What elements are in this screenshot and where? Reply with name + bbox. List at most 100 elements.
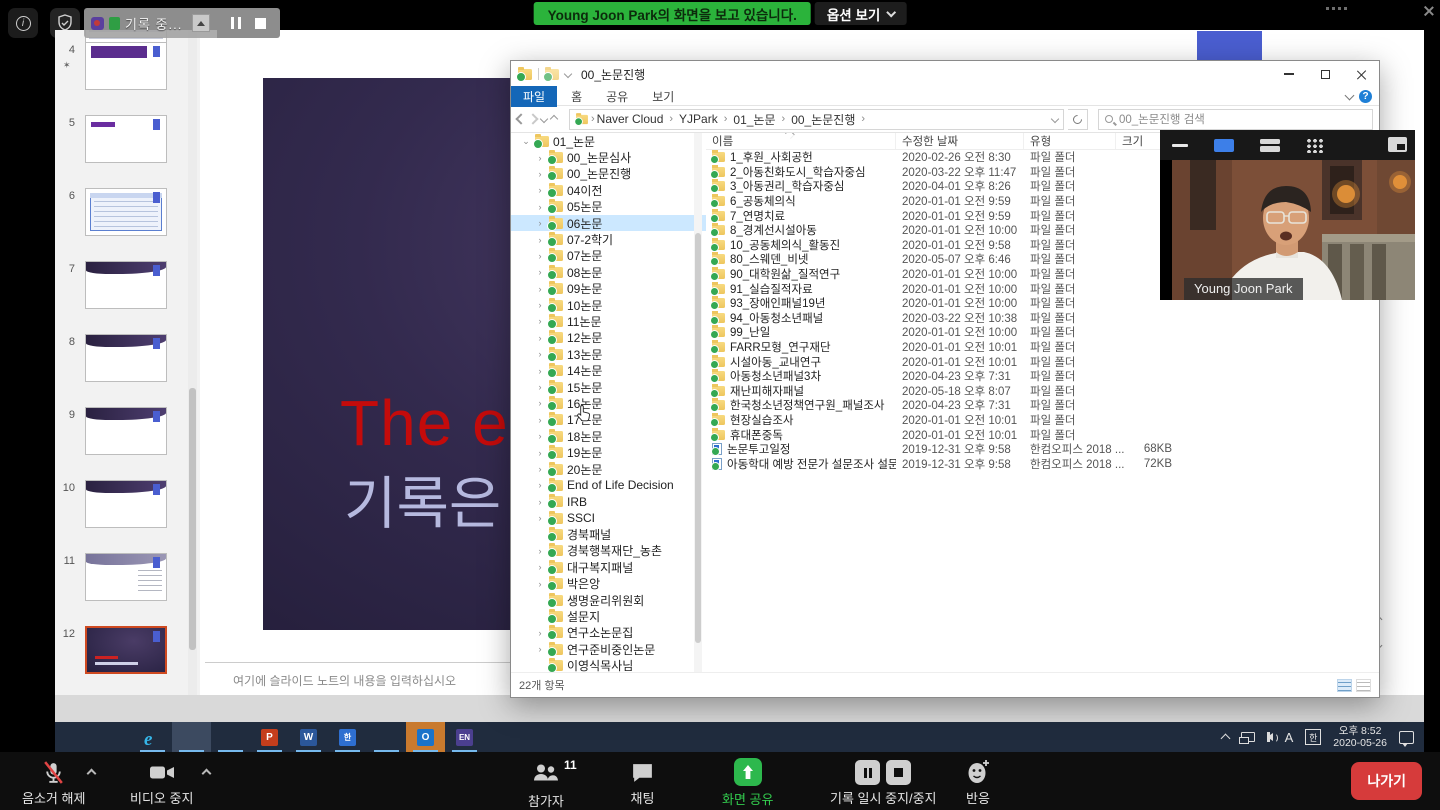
- quick-access-folder-icon[interactable]: [545, 69, 559, 80]
- expand-arrow-icon[interactable]: ›: [535, 349, 545, 359]
- file-row[interactable]: 94_아동청소년패널 2020-03-22 오전 10:38 파일 폴더: [706, 311, 1379, 326]
- expand-arrow-icon[interactable]: ›: [535, 218, 545, 228]
- tree-item[interactable]: › 17논문: [511, 412, 706, 428]
- taskbar-app-button[interactable]: [211, 722, 250, 752]
- expand-arrow-icon[interactable]: ›: [535, 431, 545, 441]
- collapse-arrow-icon[interactable]: ⌄: [521, 136, 531, 147]
- tree-item[interactable]: › 19논문: [511, 444, 706, 460]
- file-row[interactable]: FARR모형_연구재단 2020-01-01 오전 10:01 파일 폴더: [706, 340, 1379, 355]
- tree-item[interactable]: › 박은앙: [511, 576, 706, 592]
- tree-item[interactable]: 경북패널: [511, 526, 706, 542]
- ribbon-tab[interactable]: 공유: [594, 86, 640, 107]
- expand-arrow-icon[interactable]: ›: [535, 546, 545, 556]
- expand-arrow-icon[interactable]: ›: [535, 480, 545, 490]
- help-button[interactable]: ?: [1359, 90, 1372, 103]
- tree-item[interactable]: › 경북행복재단_농촌: [511, 543, 706, 559]
- tree-item[interactable]: › 07논문: [511, 248, 706, 264]
- expand-arrow-icon[interactable]: ›: [535, 513, 545, 523]
- expand-arrow-icon[interactable]: ›: [535, 562, 545, 572]
- expand-arrow-icon[interactable]: ›: [535, 284, 545, 294]
- minimize-video-icon[interactable]: [1172, 144, 1188, 147]
- view-options-button[interactable]: 옵션 보기: [815, 2, 906, 25]
- tree-item[interactable]: › 06논문: [511, 215, 706, 231]
- expand-arrow-icon[interactable]: ›: [535, 300, 545, 310]
- explorer-titlebar[interactable]: 00_논문진행: [511, 61, 1379, 87]
- tree-item[interactable]: › 09논문: [511, 281, 706, 297]
- ribbon-tab[interactable]: 보기: [640, 86, 686, 107]
- slide-thumbnail[interactable]: [85, 626, 167, 674]
- strip-view-icon[interactable]: [1260, 139, 1280, 152]
- tree-item[interactable]: › 18논문: [511, 428, 706, 444]
- forward-icon[interactable]: [527, 113, 538, 124]
- tree-item[interactable]: › 00_논문진행: [511, 166, 706, 182]
- breadcrumb-segment[interactable]: 01_논문›: [733, 111, 785, 128]
- tree-item[interactable]: › 연구준비중인논문: [511, 641, 706, 657]
- tree-item[interactable]: › SSCI: [511, 510, 706, 526]
- tree-item[interactable]: › 20논문: [511, 461, 706, 477]
- chat-button[interactable]: 채팅: [630, 760, 655, 807]
- slide-thumbnail[interactable]: [85, 188, 167, 236]
- expand-arrow-icon[interactable]: ›: [535, 644, 545, 654]
- network-icon[interactable]: [1241, 732, 1255, 742]
- file-row[interactable]: 아동학대 예방 전문가 설문조사 설문지 2019-12-31 오후 9:58 …: [706, 456, 1379, 471]
- taskbar-app-button[interactable]: e: [133, 722, 172, 752]
- meeting-info-button[interactable]: i: [8, 8, 38, 38]
- expand-arrow-icon[interactable]: ›: [535, 202, 545, 212]
- close-button[interactable]: [1343, 61, 1379, 87]
- tree-item[interactable]: › 05논문: [511, 199, 706, 215]
- file-row[interactable]: 99_난일 2020-01-01 오전 10:00 파일 폴더: [706, 325, 1379, 340]
- slide-thumbnail[interactable]: [85, 42, 167, 90]
- tree-item[interactable]: › 04이전: [511, 182, 706, 198]
- stop-video-button[interactable]: 비디오 중지: [130, 760, 193, 807]
- taskbar-app-button[interactable]: [94, 722, 133, 752]
- file-row[interactable]: 시설아동_교내연구 2020-01-01 오전 10:01 파일 폴더: [706, 354, 1379, 369]
- action-center-icon[interactable]: [1399, 731, 1414, 744]
- tree-item[interactable]: › IRB: [511, 494, 706, 510]
- expand-arrow-icon[interactable]: ›: [535, 169, 545, 179]
- tree-item[interactable]: › 13논문: [511, 346, 706, 362]
- breadcrumb-segment[interactable]: 00_논문진행›: [791, 111, 865, 128]
- expand-arrow-icon[interactable]: ›: [535, 235, 545, 245]
- address-dropdown-icon[interactable]: [1051, 115, 1059, 123]
- tree-item[interactable]: › 07-2학기: [511, 231, 706, 247]
- unmute-button[interactable]: 음소거 해제: [22, 760, 85, 807]
- gallery-view-icon[interactable]: [1306, 138, 1323, 153]
- slide-thumbnail[interactable]: [85, 553, 167, 601]
- expand-arrow-icon[interactable]: ›: [535, 464, 545, 474]
- video-options-caret[interactable]: [202, 769, 212, 779]
- ime-latin-indicator[interactable]: A: [1285, 730, 1294, 745]
- expand-arrow-icon[interactable]: ›: [535, 316, 545, 326]
- active-speaker-view-icon[interactable]: [1214, 139, 1234, 152]
- ime-korean-indicator[interactable]: 한: [1305, 729, 1321, 745]
- tree-item[interactable]: › 16논문: [511, 395, 706, 411]
- tree-item[interactable]: 이영식목사님: [511, 658, 706, 674]
- details-view-icon[interactable]: [1337, 679, 1352, 692]
- taskbar-app-button[interactable]: W: [289, 722, 328, 752]
- share-screen-button[interactable]: 화면 공유: [722, 758, 773, 808]
- speaker-icon[interactable]: [1267, 733, 1273, 741]
- taskbar-app-button[interactable]: P: [250, 722, 289, 752]
- file-row[interactable]: 아동청소년패널3차 2020-04-23 오후 7:31 파일 폴더: [706, 369, 1379, 384]
- breadcrumb-segment[interactable]: YJPark›: [679, 111, 727, 128]
- expand-arrow-icon[interactable]: ›: [535, 333, 545, 343]
- tree-item[interactable]: › End of Life Decision: [511, 477, 706, 493]
- refresh-button[interactable]: [1068, 109, 1088, 130]
- recording-control-button[interactable]: 기록 일시 중지/중지: [830, 760, 937, 807]
- more-options-dots-icon[interactable]: [1326, 7, 1348, 10]
- participants-button[interactable]: 11 참가자: [528, 760, 564, 810]
- slide-thumbnail[interactable]: [85, 261, 167, 309]
- up-icon[interactable]: [550, 115, 558, 123]
- slide-thumbnail[interactable]: [85, 407, 167, 455]
- stop-recording-icon[interactable]: [255, 18, 266, 29]
- collapse-recording-button[interactable]: [192, 14, 210, 32]
- slide-thumbnail[interactable]: [85, 115, 167, 163]
- tree-item[interactable]: › 11논문: [511, 313, 706, 329]
- expand-arrow-icon[interactable]: ›: [535, 415, 545, 425]
- taskbar-app-button[interactable]: 한: [328, 722, 367, 752]
- minimize-button[interactable]: [1271, 61, 1307, 87]
- column-type[interactable]: 유형: [1024, 133, 1116, 149]
- tree-item[interactable]: › 10논문: [511, 297, 706, 313]
- taskbar-app-button[interactable]: [172, 722, 211, 752]
- file-row[interactable]: 논문투고일정 2019-12-31 오후 9:58 한컴오피스 2018 ...…: [706, 442, 1379, 457]
- column-name[interactable]: 이름: [706, 133, 896, 149]
